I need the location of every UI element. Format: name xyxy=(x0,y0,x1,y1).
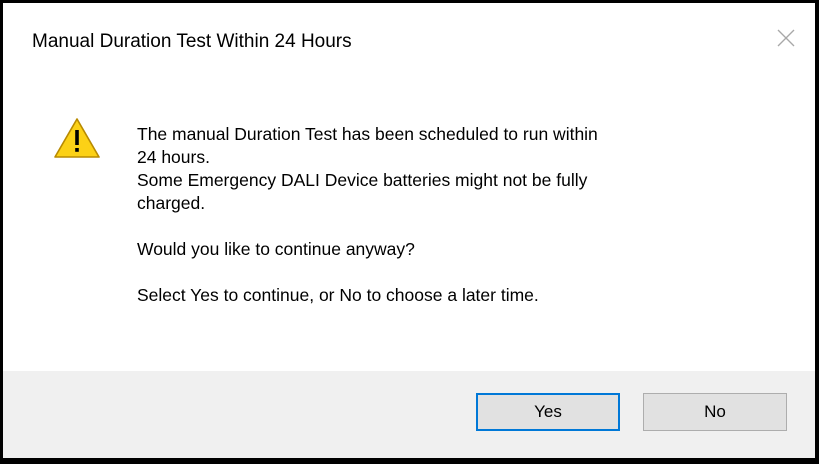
dialog-title: Manual Duration Test Within 24 Hours xyxy=(32,31,352,52)
yes-button[interactable]: Yes xyxy=(476,393,620,431)
dialog-message: The manual Duration Test has been schedu… xyxy=(137,123,777,307)
instruction-text: Select Yes to continue, or No to choose … xyxy=(137,285,539,305)
title-bar: Manual Duration Test Within 24 Hours xyxy=(3,3,815,81)
message-line: charged. xyxy=(137,193,206,213)
message-line: The manual Duration Test has been schedu… xyxy=(137,124,598,144)
dialog-content: The manual Duration Test has been schedu… xyxy=(3,81,815,371)
message-dialog: Manual Duration Test Within 24 Hours The… xyxy=(3,3,815,458)
close-button[interactable] xyxy=(759,3,815,77)
button-bar: Yes No xyxy=(3,371,815,458)
message-line: 24 hours. xyxy=(137,147,210,167)
warning-icon xyxy=(54,118,100,158)
message-line: Some Emergency DALI Device batteries mig… xyxy=(137,170,588,190)
no-button[interactable]: No xyxy=(643,393,787,431)
question-text: Would you like to continue anyway? xyxy=(137,239,415,259)
close-icon xyxy=(777,29,795,47)
